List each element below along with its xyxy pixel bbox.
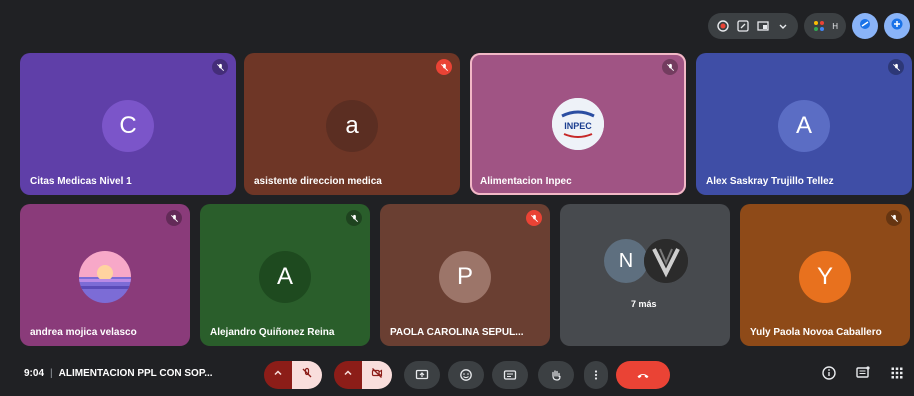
avatar: P bbox=[439, 251, 491, 303]
participant-name: Alex Saskray Trujillo Tellez bbox=[706, 176, 834, 187]
mic-muted-icon bbox=[886, 210, 902, 226]
participant-tile-active-speaker[interactable]: INPEC Alimentacion Inpec bbox=[470, 53, 686, 195]
chevron-up-icon bbox=[272, 366, 284, 384]
participant-name: Yuly Paola Novoa Caballero bbox=[750, 327, 882, 338]
participant-name: asistente direccion medica bbox=[254, 176, 382, 187]
add-icon bbox=[890, 17, 904, 36]
mic-toggle-button[interactable] bbox=[292, 361, 322, 389]
hang-up-icon bbox=[636, 368, 650, 382]
participant-count: H bbox=[832, 21, 838, 31]
mic-muted-icon bbox=[346, 210, 362, 226]
raise-hand-icon bbox=[549, 368, 563, 382]
record-icon bbox=[716, 19, 730, 33]
apps-icon bbox=[812, 19, 826, 33]
mic-muted-icon bbox=[212, 59, 228, 75]
mic-muted-icon bbox=[166, 210, 182, 226]
participant-tile[interactable]: andrea mojica velasco bbox=[20, 204, 190, 346]
reactions-button[interactable] bbox=[448, 361, 484, 389]
end-call-button[interactable] bbox=[616, 361, 670, 389]
meeting-title: ALIMENTACION PPL CON SOP... bbox=[58, 368, 213, 379]
participant-tile[interactable]: Y Yuly Paola Novoa Caballero bbox=[740, 204, 910, 346]
mic-muted-icon bbox=[526, 210, 542, 226]
avatar: A bbox=[259, 251, 311, 303]
recording-pill[interactable] bbox=[708, 13, 799, 39]
activities-button[interactable] bbox=[888, 366, 906, 384]
avatar: A bbox=[778, 100, 830, 152]
mic-muted-icon bbox=[888, 59, 904, 75]
mic-options-button[interactable] bbox=[264, 361, 292, 389]
inpec-logo-avatar: INPEC bbox=[552, 98, 604, 150]
avatar: Y bbox=[799, 251, 851, 303]
present-screen-icon bbox=[415, 368, 429, 382]
mic-off-icon bbox=[301, 366, 313, 384]
top-controls: H bbox=[708, 12, 910, 40]
meeting-time: 9:04 bbox=[24, 368, 45, 379]
more-participants-count: 7 más bbox=[631, 299, 657, 309]
top-bar: H bbox=[0, 0, 914, 48]
chat-icon bbox=[855, 365, 871, 386]
present-button[interactable] bbox=[404, 361, 440, 389]
participant-tile[interactable]: C Citas Medicas Nivel 1 bbox=[20, 53, 236, 195]
more-participants-tile[interactable]: N 7 más bbox=[560, 204, 730, 346]
chevron-up-icon bbox=[342, 366, 354, 384]
participant-name: Alejandro Quiñonez Reina bbox=[210, 327, 335, 338]
meeting-info: 9:04 | ALIMENTACION PPL CON SOP... bbox=[24, 368, 213, 379]
effects-button[interactable] bbox=[852, 13, 878, 39]
participant-tile[interactable]: A Alejandro Quiñonez Reina bbox=[200, 204, 370, 346]
svg-text:INPEC: INPEC bbox=[564, 121, 592, 131]
participant-tile[interactable]: P PAOLA CAROLINA SEPUL... bbox=[380, 204, 550, 346]
participant-tile[interactable]: a asistente direccion medica bbox=[244, 53, 460, 195]
participant-tile[interactable]: A Alex Saskray Trujillo Tellez bbox=[696, 53, 912, 195]
more-vertical-icon bbox=[589, 368, 603, 382]
participant-name: Alimentacion Inpec bbox=[480, 176, 572, 187]
chat-button[interactable] bbox=[854, 365, 872, 386]
mic-muted-icon bbox=[436, 59, 452, 75]
effects-icon bbox=[858, 17, 872, 36]
captions-icon bbox=[503, 368, 517, 382]
edit-icon[interactable] bbox=[736, 19, 750, 33]
separator: | bbox=[50, 368, 53, 379]
meeting-details-button[interactable] bbox=[820, 365, 838, 386]
avatar: C bbox=[102, 100, 154, 152]
emoji-icon bbox=[459, 368, 473, 382]
sunset-photo-avatar bbox=[79, 251, 131, 303]
participant-photo-avatar bbox=[644, 239, 688, 283]
avatar: a bbox=[326, 100, 378, 152]
camera-toggle-button[interactable] bbox=[362, 361, 392, 389]
participant-name: andrea mojica velasco bbox=[30, 327, 137, 338]
captions-button[interactable] bbox=[492, 361, 528, 389]
mic-muted-icon bbox=[662, 59, 678, 75]
chevron-down-icon[interactable] bbox=[776, 19, 790, 33]
camera-options-button[interactable] bbox=[334, 361, 362, 389]
layout-icon[interactable] bbox=[756, 19, 770, 33]
bottom-bar: 9:04 | ALIMENTACION PPL CON SOP... bbox=[0, 354, 914, 396]
participant-name: PAOLA CAROLINA SEPUL... bbox=[390, 327, 524, 338]
more-options-button[interactable] bbox=[584, 361, 608, 389]
grid-apps-icon bbox=[889, 365, 905, 386]
add-button[interactable] bbox=[884, 13, 910, 39]
participants-pill[interactable]: H bbox=[804, 13, 846, 39]
avatar: N bbox=[604, 239, 648, 283]
info-icon bbox=[821, 365, 837, 386]
raise-hand-button[interactable] bbox=[538, 361, 574, 389]
participant-name: Citas Medicas Nivel 1 bbox=[30, 176, 132, 187]
camera-off-icon bbox=[371, 366, 383, 384]
